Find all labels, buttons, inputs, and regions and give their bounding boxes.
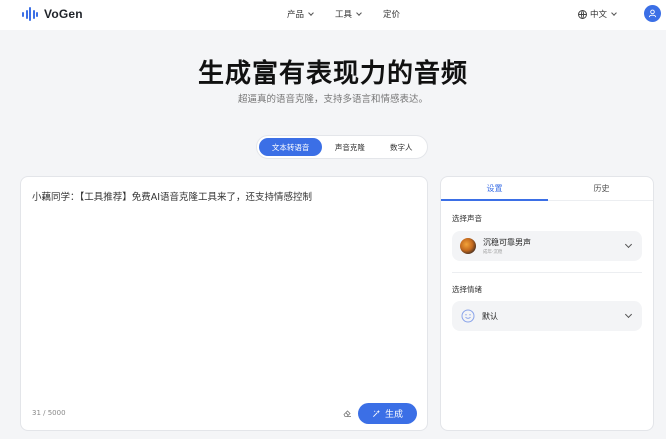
tab-settings[interactable]: 设置: [441, 177, 548, 201]
language-label: 中文: [590, 10, 608, 20]
mode-tabs: 文本转语音 声音克隆 数字人: [256, 135, 428, 159]
divider: [452, 272, 642, 273]
nav-label: 定价: [383, 10, 401, 20]
nav-item-pricing[interactable]: 定价: [383, 8, 400, 20]
logo[interactable]: VoGen: [22, 7, 83, 21]
voice-section-label: 选择声音: [452, 214, 482, 223]
nav-label: 产品: [287, 10, 305, 20]
page-subtitle: 超逼真的语音克隆，支持多语言和情感表达。: [237, 94, 428, 105]
chevron-down-icon: [611, 9, 617, 16]
emotion-section-label: 选择情绪: [452, 285, 482, 294]
tab-voice-clone[interactable]: 声音克隆: [324, 138, 375, 156]
smile-icon: [461, 309, 475, 323]
globe-icon: [578, 9, 587, 19]
user-avatar-button[interactable]: [644, 5, 661, 22]
tab-digital-human[interactable]: 数字人: [378, 138, 425, 156]
voice-tag: 成年·沉稳: [483, 250, 503, 255]
main-nav: 产品 工具 定价: [287, 8, 400, 20]
voice-select[interactable]: 沉稳可靠男声 成年·沉稳: [452, 231, 642, 261]
chevron-down-icon: [356, 9, 362, 16]
tab-history[interactable]: 历史: [548, 177, 653, 200]
logo-text: VoGen: [44, 7, 83, 21]
chevron-down-icon: [624, 240, 633, 249]
page-title: 生成富有表现力的音频: [197, 59, 468, 89]
tab-text-to-speech[interactable]: 文本转语音: [259, 138, 323, 156]
chevron-down-icon: [624, 310, 633, 319]
chevron-down-icon: [308, 9, 314, 16]
emotion-value: 默认: [482, 312, 498, 321]
voice-name: 沉稳可靠男声: [483, 238, 531, 247]
logo-wave-icon: [22, 7, 38, 21]
generate-button[interactable]: 生成: [358, 403, 417, 424]
emotion-select[interactable]: 默认: [452, 301, 642, 331]
voice-avatar: [460, 238, 476, 254]
editor-textarea[interactable]: 小藕同学：【工具推荐】免费AI语音克隆工具来了，还支持情感控制: [32, 189, 312, 203]
text-editor[interactable]: 小藕同学：【工具推荐】免费AI语音克隆工具来了，还支持情感控制 31 / 500…: [20, 176, 428, 431]
top-header: VoGen 产品 工具 定价 中文: [0, 0, 666, 30]
language-switcher[interactable]: 中文: [578, 8, 617, 20]
eraser-icon[interactable]: [342, 408, 352, 418]
char-counter: 31 / 5000: [32, 409, 66, 417]
generate-label: 生成: [384, 410, 403, 420]
nav-label: 工具: [335, 10, 353, 20]
settings-panel: 设置 历史 选择声音 沉稳可靠男声 成年·沉稳 选择情绪 默认: [440, 176, 654, 431]
nav-item-product[interactable]: 产品: [287, 8, 314, 20]
sparkle-icon: [373, 409, 381, 417]
panel-tabs: 设置 历史: [441, 177, 653, 201]
user-icon: [648, 9, 657, 18]
nav-item-tools[interactable]: 工具: [335, 8, 362, 20]
